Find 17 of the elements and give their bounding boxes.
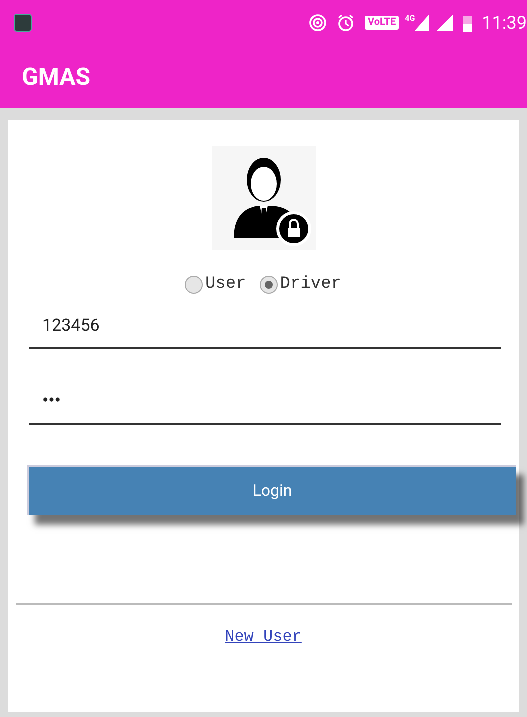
new-user-link[interactable]: New User: [225, 624, 302, 648]
volte-badge: VoLTE: [365, 16, 400, 30]
user-lock-icon: [212, 146, 316, 250]
app-title: GMAS: [22, 62, 90, 93]
network-type: 4G: [405, 13, 416, 25]
clock-time: 11:39: [482, 12, 527, 36]
password-field[interactable]: •••: [28, 389, 500, 424]
role-radio[interactable]: User: [185, 272, 246, 298]
alarm-icon: [337, 14, 356, 32]
hotspot-icon: [309, 14, 328, 32]
signal-icon: [437, 15, 454, 31]
role-radio[interactable]: Driver: [260, 272, 342, 298]
app-icon: [14, 14, 32, 32]
signal-icon: [415, 15, 430, 31]
login-button[interactable]: Login: [27, 464, 516, 514]
battery-icon: [463, 14, 472, 32]
username-field[interactable]: 123456: [28, 314, 500, 349]
